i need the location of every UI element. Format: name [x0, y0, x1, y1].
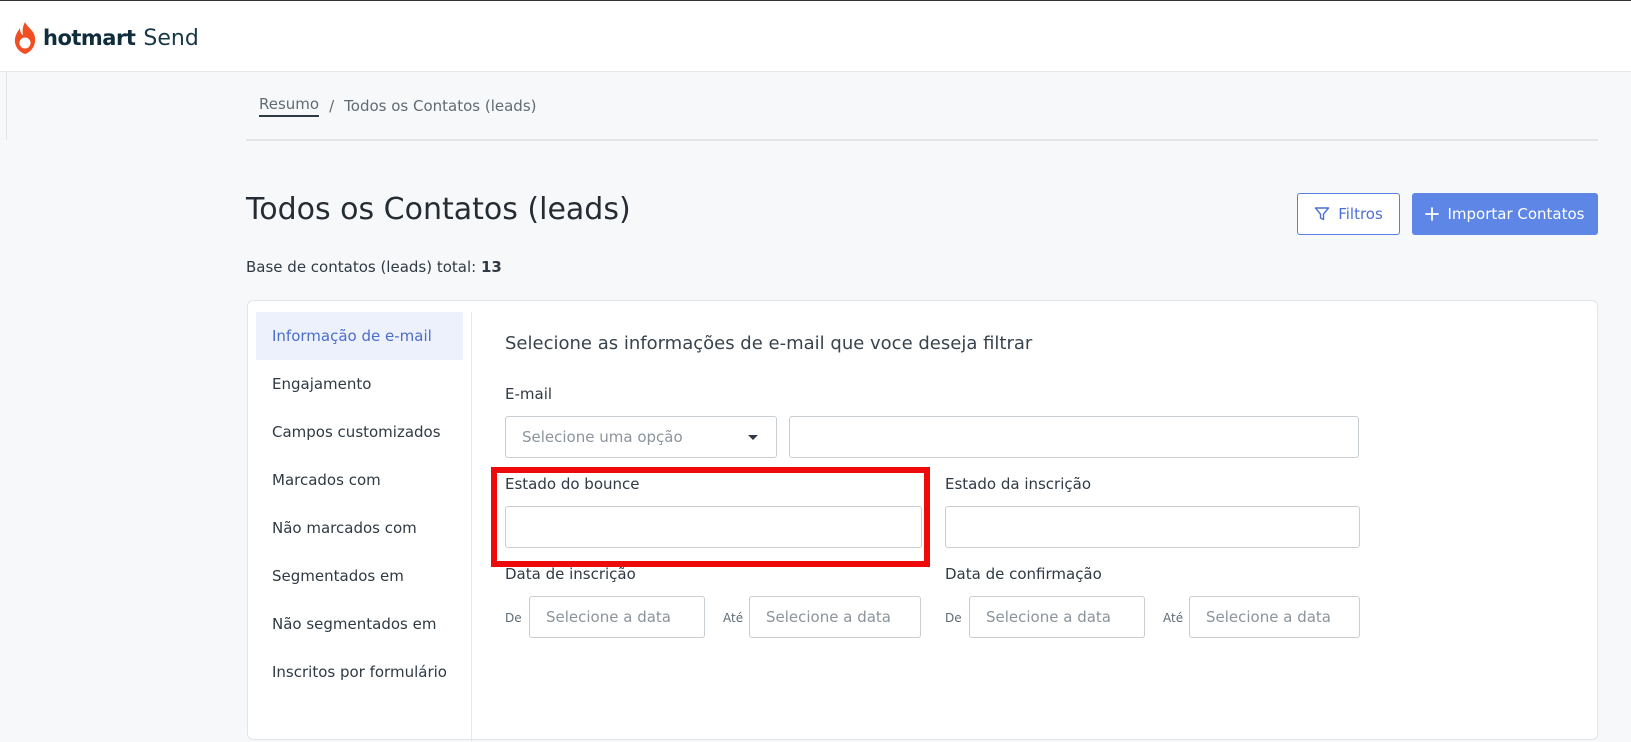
confirmation-date-to-input[interactable]: Selecione a data: [1189, 596, 1360, 638]
hotmart-send-logo[interactable]: hotmart Send: [12, 19, 199, 57]
contacts-total-value: 13: [481, 258, 502, 276]
filters-button-label: Filtros: [1338, 205, 1383, 223]
confirmation-date-to-label: Até: [1163, 611, 1184, 625]
email-label: E-mail: [505, 385, 553, 403]
subscription-date-from-label: De: [505, 611, 522, 625]
filter-category-menu: Informação de e-mail Engajamento Campos …: [256, 312, 463, 696]
confirmation-date-from-input[interactable]: Selecione a data: [969, 596, 1145, 638]
subscription-state-label: Estado da inscrição: [945, 475, 1092, 493]
breadcrumb-separator: /: [329, 97, 335, 115]
confirmation-date-label: Data de confirmação: [945, 565, 1102, 583]
menu-item-engagement[interactable]: Engajamento: [256, 360, 463, 408]
bounce-state-input[interactable]: [505, 506, 922, 548]
panel-heading: Selecione as informações de e-mail que v…: [505, 333, 1033, 354]
subscription-date-from-input[interactable]: Selecione a data: [529, 596, 705, 638]
confirmation-date-to-placeholder: Selecione a data: [1206, 608, 1331, 626]
menu-item-not-segmented-in[interactable]: Não segmentados em: [256, 600, 463, 648]
email-operator-placeholder: Selecione uma opção: [522, 428, 683, 446]
menu-item-tagged-with[interactable]: Marcados com: [256, 456, 463, 504]
email-value-input[interactable]: [789, 416, 1359, 458]
import-contacts-label: Importar Contatos: [1447, 205, 1585, 223]
chevron-down-icon: [748, 435, 758, 440]
email-operator-select[interactable]: Selecione uma opção: [505, 416, 777, 458]
bounce-state-label: Estado do bounce: [505, 475, 640, 493]
confirmation-date-from-label: De: [945, 611, 962, 625]
breadcrumb: Resumo / Todos os Contatos (leads): [259, 95, 537, 117]
plus-icon: [1425, 207, 1440, 221]
menu-item-custom-fields[interactable]: Campos customizados: [256, 408, 463, 456]
menu-item-form-subscribers[interactable]: Inscritos por formulário: [256, 648, 463, 696]
contacts-total: Base de contatos (leads) total: 13: [246, 258, 502, 276]
filter-icon: [1315, 207, 1330, 221]
page-title: Todos os Contatos (leads): [246, 192, 631, 227]
menu-divider: [471, 312, 472, 742]
breadcrumb-current: Todos os Contatos (leads): [344, 97, 537, 115]
import-contacts-button[interactable]: Importar Contatos: [1412, 193, 1598, 235]
flame-icon: [14, 22, 36, 54]
filters-card: Informação de e-mail Engajamento Campos …: [247, 300, 1598, 742]
confirmation-date-from-placeholder: Selecione a data: [986, 608, 1111, 626]
subscription-date-from-placeholder: Selecione a data: [546, 608, 671, 626]
menu-item-segmented-in[interactable]: Segmentados em: [256, 552, 463, 600]
left-rail: [0, 72, 7, 140]
filters-button[interactable]: Filtros: [1297, 193, 1400, 235]
subscription-date-to-label: Até: [723, 611, 744, 625]
menu-item-not-tagged-with[interactable]: Não marcados com: [256, 504, 463, 552]
header-divider: [246, 139, 1598, 141]
subscription-date-to-input[interactable]: Selecione a data: [749, 596, 921, 638]
subscription-date-label: Data de inscrição: [505, 565, 636, 583]
contacts-total-label: Base de contatos (leads) total:: [246, 258, 477, 276]
subscription-date-to-placeholder: Selecione a data: [766, 608, 891, 626]
menu-item-email-info[interactable]: Informação de e-mail: [256, 312, 463, 360]
brand-name: hotmart: [43, 26, 136, 50]
top-bar: hotmart Send: [0, 0, 1631, 72]
product-name: Send: [143, 25, 199, 51]
subscription-state-input[interactable]: [945, 506, 1360, 548]
breadcrumb-home-link[interactable]: Resumo: [259, 95, 320, 117]
